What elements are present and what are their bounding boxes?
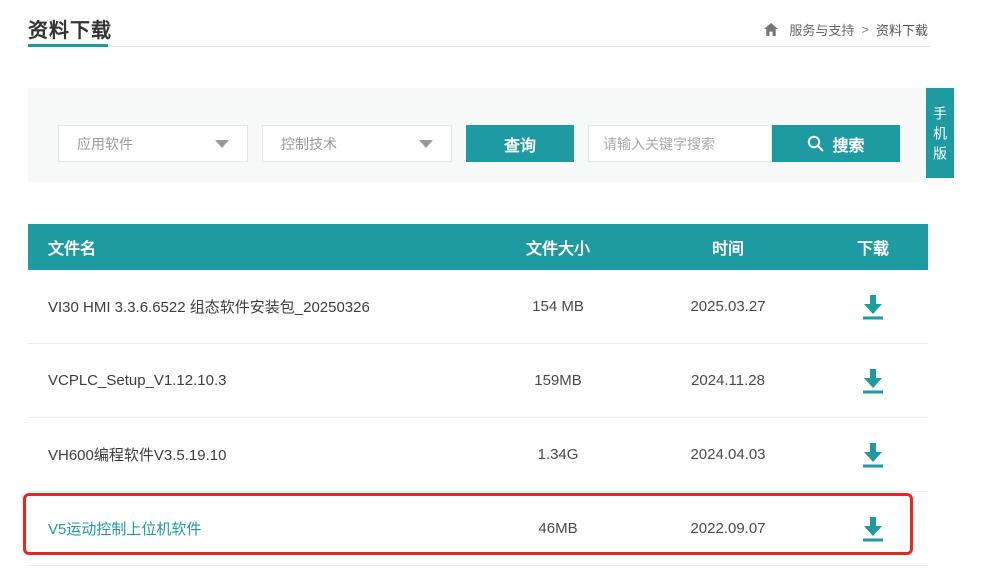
download-button[interactable] — [859, 514, 887, 544]
file-name-link[interactable]: VI30 HMI 3.3.6.6522 组态软件安装包_20250326 — [28, 296, 478, 317]
table-row: VI30 HMI 3.3.6.6522 组态软件安装包_20250326 154… — [28, 270, 928, 344]
download-button[interactable] — [859, 366, 887, 396]
download-button[interactable] — [859, 292, 887, 322]
filter-bar: 应用软件 控制技术 查询 搜索 — [28, 88, 928, 182]
page-title: 资料下载 — [28, 14, 112, 43]
table-row: VCPLC_Setup_V1.12.10.3 159MB 2024.11.28 — [28, 344, 928, 418]
file-date: 2024.04.03 — [638, 446, 818, 463]
download-icon — [861, 442, 885, 468]
dropdown-control-technology-label: 控制技术 — [281, 134, 337, 154]
file-name-link[interactable]: V5运动控制上位机软件 — [28, 518, 478, 539]
header-download: 下载 — [818, 235, 928, 259]
home-icon[interactable] — [764, 23, 778, 36]
download-icon — [861, 294, 885, 320]
search-button[interactable]: 搜索 — [772, 125, 900, 162]
file-date: 2024.11.28 — [638, 372, 818, 389]
breadcrumb-parent-link[interactable]: 服务与支持 — [789, 20, 854, 39]
file-size: 154 MB — [478, 298, 638, 315]
table-row: VH600编程软件V3.5.19.10 1.34G 2024.04.03 — [28, 418, 928, 492]
keyword-search-input[interactable] — [588, 125, 772, 162]
chevron-down-icon — [419, 140, 433, 148]
header-divider-accent — [28, 44, 108, 47]
breadcrumb: 服务与支持 > 资料下载 — [764, 20, 928, 39]
download-icon — [861, 368, 885, 394]
dropdown-software-category-label: 应用软件 — [77, 134, 133, 154]
header-filename: 文件名 — [28, 235, 478, 259]
table-row: V5运动控制上位机软件 46MB 2022.09.07 — [28, 492, 928, 566]
file-date: 2025.03.27 — [638, 298, 818, 315]
file-name-link[interactable]: VH600编程软件V3.5.19.10 — [28, 444, 478, 465]
file-date: 2022.09.07 — [638, 520, 818, 537]
mobile-version-tab[interactable]: 手机版 — [926, 88, 954, 178]
file-size: 46MB — [478, 520, 638, 537]
header-date: 时间 — [638, 235, 818, 259]
dropdown-control-technology[interactable]: 控制技术 — [262, 125, 452, 162]
file-size: 1.34G — [478, 446, 638, 463]
file-size: 159MB — [478, 372, 638, 389]
query-button[interactable]: 查询 — [466, 125, 574, 162]
search-button-label: 搜索 — [832, 132, 864, 156]
header-divider — [28, 46, 930, 47]
download-button[interactable] — [859, 440, 887, 470]
chevron-down-icon — [215, 140, 229, 148]
dropdown-software-category[interactable]: 应用软件 — [58, 125, 248, 162]
download-table: 文件名 文件大小 时间 下载 VI30 HMI 3.3.6.6522 组态软件安… — [28, 224, 928, 566]
table-body: VI30 HMI 3.3.6.6522 组态软件安装包_20250326 154… — [28, 270, 928, 566]
download-icon — [861, 516, 885, 542]
table-header-row: 文件名 文件大小 时间 下载 — [28, 224, 928, 270]
search-icon — [807, 135, 824, 152]
breadcrumb-separator: > — [861, 22, 869, 37]
file-name-link[interactable]: VCPLC_Setup_V1.12.10.3 — [28, 372, 478, 389]
header-filesize: 文件大小 — [478, 235, 638, 259]
breadcrumb-current: 资料下载 — [876, 20, 928, 39]
